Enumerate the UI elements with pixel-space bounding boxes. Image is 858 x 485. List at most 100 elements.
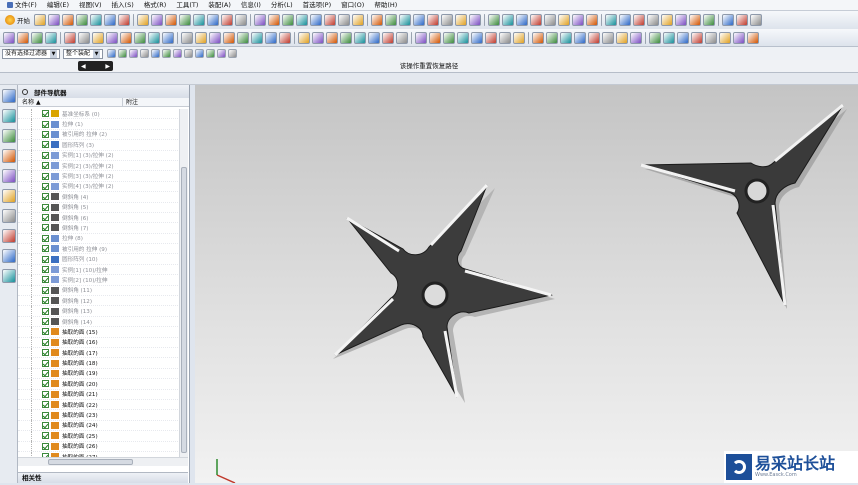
tool-icon[interactable] bbox=[586, 14, 598, 26]
tool-icon[interactable] bbox=[134, 31, 146, 44]
graphics-window[interactable] bbox=[195, 85, 858, 484]
tool-icon[interactable] bbox=[179, 14, 191, 26]
tree-row[interactable]: 倒斜角 (14) bbox=[18, 316, 180, 328]
tool-icon[interactable] bbox=[558, 14, 570, 26]
menu-item-5[interactable]: 工具(T) bbox=[171, 0, 203, 11]
tree-row[interactable]: 倒斜角 (6) bbox=[18, 212, 180, 224]
tool-icon[interactable] bbox=[382, 31, 394, 44]
tool-icon[interactable] bbox=[399, 14, 411, 26]
tool-icon[interactable] bbox=[455, 14, 467, 26]
tree-row[interactable]: 抽取的面 (18) bbox=[18, 358, 180, 369]
tool-icon[interactable] bbox=[560, 31, 572, 44]
tool-icon[interactable] bbox=[251, 31, 263, 44]
tool-icon[interactable] bbox=[661, 14, 673, 26]
tree-row[interactable]: 倒斜角 (7) bbox=[18, 223, 180, 234]
tool-icon[interactable] bbox=[396, 31, 408, 44]
visibility-checkbox[interactable] bbox=[42, 141, 49, 149]
selection-tool-icon[interactable] bbox=[107, 49, 117, 58]
tool-icon[interactable] bbox=[104, 14, 116, 26]
tool-icon[interactable] bbox=[282, 14, 294, 26]
menu-item-11[interactable]: 帮助(H) bbox=[369, 0, 402, 11]
tool-icon[interactable] bbox=[340, 31, 352, 44]
visibility-checkbox[interactable] bbox=[42, 193, 49, 201]
tree-row[interactable]: 基准坐标系 (0) bbox=[18, 109, 180, 120]
menu-item-6[interactable]: 装配(A) bbox=[203, 0, 236, 11]
tree-row[interactable]: 抽取的面 (15) bbox=[18, 326, 180, 338]
menu-item-9[interactable]: 首选项(P) bbox=[298, 0, 337, 11]
tree-row[interactable]: 实例[2] (10)/拉伸 bbox=[18, 274, 180, 286]
roles-icon[interactable] bbox=[2, 249, 16, 263]
tree-row[interactable]: 抽取的面 (25) bbox=[18, 430, 180, 442]
dependencies-panel-header[interactable]: 相关性 bbox=[18, 472, 188, 483]
tool-icon[interactable] bbox=[62, 14, 74, 26]
tool-icon[interactable] bbox=[279, 31, 291, 44]
selection-tool-icon[interactable] bbox=[195, 49, 205, 58]
system-scenes-icon[interactable] bbox=[2, 269, 16, 283]
selection-tool-icon[interactable] bbox=[118, 49, 128, 58]
assembly-navigator-icon[interactable] bbox=[2, 89, 16, 103]
tool-icon[interactable] bbox=[76, 14, 88, 26]
horizontal-scrollbar[interactable] bbox=[18, 457, 188, 466]
tool-icon[interactable] bbox=[736, 14, 748, 26]
tree-row[interactable]: 拉伸 (1) bbox=[18, 119, 180, 130]
tool-icon[interactable] bbox=[64, 31, 76, 44]
tool-icon[interactable] bbox=[195, 31, 207, 44]
tool-icon[interactable] bbox=[574, 31, 586, 44]
selection-tool-icon[interactable] bbox=[184, 49, 194, 58]
visibility-checkbox[interactable] bbox=[42, 401, 49, 409]
tool-icon[interactable] bbox=[427, 14, 439, 26]
shuriken-model-front[interactable] bbox=[333, 183, 555, 403]
tool-icon[interactable] bbox=[207, 14, 219, 26]
tool-icon[interactable] bbox=[677, 31, 689, 44]
tool-icon[interactable] bbox=[78, 31, 90, 44]
tool-icon[interactable] bbox=[441, 14, 453, 26]
tool-icon[interactable] bbox=[502, 14, 514, 26]
tool-icon[interactable] bbox=[616, 31, 628, 44]
tool-icon[interactable] bbox=[471, 31, 483, 44]
tool-icon[interactable] bbox=[165, 14, 177, 26]
selection-tool-icon[interactable] bbox=[217, 49, 227, 58]
scroll-thumb[interactable] bbox=[48, 459, 133, 465]
selection-tool-icon[interactable] bbox=[151, 49, 161, 58]
visibility-checkbox[interactable] bbox=[42, 338, 49, 346]
tool-icon[interactable] bbox=[265, 31, 277, 44]
tree-row[interactable]: 抽取的面 (21) bbox=[18, 389, 180, 400]
tool-icon[interactable] bbox=[354, 31, 366, 44]
tree-row[interactable]: 圆形阵列 (3) bbox=[18, 139, 180, 151]
tree-row[interactable]: 倒斜角 (11) bbox=[18, 285, 180, 297]
selection-tool-icon[interactable] bbox=[129, 49, 139, 58]
tree-row[interactable]: 抽取的面 (23) bbox=[18, 410, 180, 421]
tool-icon[interactable] bbox=[588, 31, 600, 44]
tree-row[interactable]: 被引用的 拉伸 (2) bbox=[18, 129, 180, 141]
scroll-thumb[interactable] bbox=[181, 167, 187, 453]
web-browser-icon[interactable] bbox=[2, 169, 16, 183]
tree-row[interactable]: 被引用的 拉伸 (9) bbox=[18, 243, 180, 255]
tool-icon[interactable] bbox=[118, 14, 130, 26]
tree-row[interactable]: 抽取的面 (19) bbox=[18, 368, 180, 380]
tool-icon[interactable] bbox=[663, 31, 675, 44]
visibility-checkbox[interactable] bbox=[42, 359, 49, 367]
tool-icon[interactable] bbox=[513, 31, 525, 44]
visibility-checkbox[interactable] bbox=[42, 130, 49, 138]
tree-row[interactable]: 抽取的面 (20) bbox=[18, 378, 180, 390]
tree-row[interactable]: 抽取的面 (16) bbox=[18, 337, 180, 348]
tool-icon[interactable] bbox=[633, 14, 645, 26]
visibility-checkbox[interactable] bbox=[42, 245, 49, 253]
column-note[interactable]: 附注 bbox=[123, 98, 138, 106]
tool-icon[interactable] bbox=[647, 14, 659, 26]
tool-icon[interactable] bbox=[162, 31, 174, 44]
tool-icon[interactable] bbox=[532, 31, 544, 44]
tool-icon[interactable] bbox=[181, 31, 193, 44]
tree-row[interactable]: 拉伸 (8) bbox=[18, 233, 180, 245]
visibility-checkbox[interactable] bbox=[42, 203, 49, 211]
menu-item-7[interactable]: 信息(I) bbox=[236, 0, 266, 11]
visibility-checkbox[interactable] bbox=[42, 421, 49, 429]
visibility-checkbox[interactable] bbox=[42, 307, 49, 315]
visibility-checkbox[interactable] bbox=[42, 276, 49, 284]
tool-icon[interactable] bbox=[48, 14, 60, 26]
tool-icon[interactable] bbox=[443, 31, 455, 44]
tree-row[interactable]: 实例[3] (3)/拉伸 (2) bbox=[18, 171, 180, 182]
tool-icon[interactable] bbox=[17, 31, 29, 44]
tool-icon[interactable] bbox=[691, 31, 703, 44]
menu-item-0[interactable]: 文件(F) bbox=[2, 0, 42, 11]
